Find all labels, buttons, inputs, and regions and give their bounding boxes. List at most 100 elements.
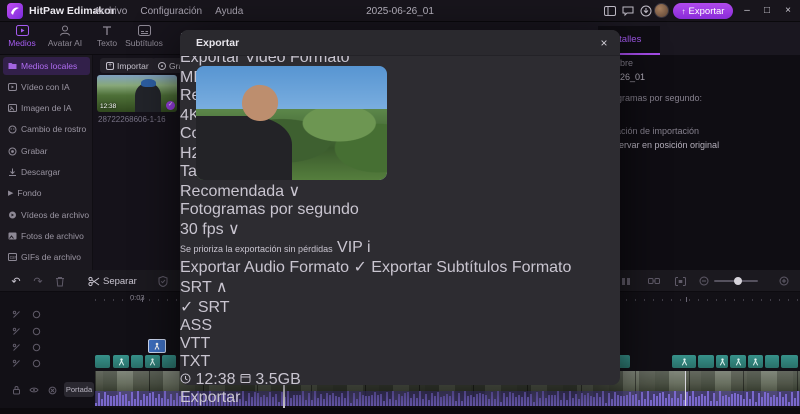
avatar-icon [60, 25, 70, 36]
bitrate-select[interactable]: Recomendada ∨ [180, 181, 620, 201]
sticker-clip[interactable] [113, 355, 129, 368]
user-avatar[interactable] [654, 3, 669, 18]
sticker-clip[interactable] [748, 355, 763, 368]
sidebar-item-fondo[interactable]: ▶ Fondo [3, 184, 90, 202]
zoom-slider-knob[interactable] [734, 277, 742, 285]
import-button[interactable]: + Importar [100, 58, 155, 73]
media-clip-thumbnail[interactable]: 12:38 ✓ [97, 75, 177, 112]
sidebar-item-grabar[interactable]: Grabar [3, 142, 90, 160]
info-icon[interactable]: i [367, 239, 371, 256]
sidebar-item-video-ia[interactable]: Vídeo con IA [3, 78, 90, 96]
sidebar-item-gifs-archivo[interactable]: GIF GIFs de archivo [3, 248, 90, 266]
effect-icon [154, 342, 160, 350]
blue-cap [141, 79, 156, 87]
zoom-out-icon[interactable] [696, 273, 712, 289]
sticker-clip[interactable] [162, 355, 176, 368]
dropdown-option-ass[interactable]: ASS [180, 317, 620, 335]
tab-subtitulos[interactable]: Subtítulos [122, 25, 166, 53]
track-mute-icon[interactable] [10, 308, 22, 320]
sticker-clip[interactable] [95, 355, 110, 368]
export-subtitles-checkbox[interactable]: ✓ [353, 259, 366, 276]
zoom-in-icon[interactable] [776, 273, 792, 289]
fps-label: Fotogramas por segundo [180, 201, 359, 218]
delete-icon[interactable] [52, 273, 68, 289]
sidebar-item-fotos-archivo[interactable]: Fotos de archivo [3, 227, 90, 245]
sidebar-item-medios-locales[interactable]: Medios locales [3, 57, 90, 75]
vip-badge: VIP [337, 239, 363, 256]
plus-icon: + [106, 61, 114, 70]
track-visibility-icon[interactable] [30, 341, 42, 353]
sidebar-item-cambio-rostro[interactable]: Cambio de rostro [3, 120, 90, 138]
export-confirm-button[interactable]: Exportar [180, 389, 620, 407]
sticker-clip[interactable] [781, 355, 798, 368]
cover-button[interactable]: Portada [64, 382, 94, 397]
download-icon[interactable] [638, 3, 654, 19]
effect-clip[interactable] [148, 339, 166, 353]
tab-avatar-ai[interactable]: Avatar AI [43, 25, 87, 53]
tab-medios[interactable]: Medios [0, 25, 44, 53]
maximize-button[interactable]: □ [759, 3, 775, 19]
duration-clock-icon [180, 371, 195, 388]
fit-timeline-icon[interactable] [672, 273, 688, 289]
track-visibility-icon[interactable] [30, 357, 42, 369]
export-video-preview [196, 66, 387, 180]
sticker-clip[interactable] [131, 355, 143, 368]
ai-video-icon [8, 83, 17, 91]
split-scissors-icon[interactable] [86, 273, 102, 289]
sticker-clip[interactable] [145, 355, 160, 368]
chevron-down-icon: ∨ [288, 183, 301, 200]
sidebar-item-videos-archivo[interactable]: Vídeos de archivo [3, 206, 90, 224]
file-size-icon [240, 371, 255, 388]
check-icon: ✓ [180, 299, 194, 316]
track-close-icon[interactable] [46, 384, 58, 396]
redo-icon[interactable]: ↷ [30, 273, 46, 289]
zoom-slider[interactable] [714, 277, 758, 285]
export-audio-title: Exportar Audio [180, 259, 285, 276]
sticker-clip[interactable] [765, 355, 779, 368]
app-window: HitPaw Edimakor Archivo Configuración Ay… [0, 0, 800, 414]
shield-check-icon[interactable] [155, 273, 171, 289]
preview-person-cap [221, 73, 284, 99]
track-mute-icon[interactable] [10, 341, 22, 353]
track-hide-icon[interactable] [28, 384, 40, 396]
fps-select[interactable]: 30 fps ∨ [180, 219, 620, 239]
title-bar: HitPaw Edimakor Archivo Configuración Ay… [0, 0, 800, 22]
sidebar-item-imagen-ia[interactable]: Imagen de IA [3, 99, 90, 117]
record-icon [158, 61, 166, 70]
export-subtitles-title: Exportar Subtítulos [371, 259, 508, 276]
bottom-strip [0, 408, 800, 414]
clip-filename: 28722268606-1-16 [98, 115, 166, 124]
track-manager-icon[interactable] [618, 273, 634, 289]
dialog-close-icon[interactable]: × [596, 35, 612, 51]
person-figure [135, 83, 161, 112]
clip-boundary [685, 371, 686, 406]
close-window-button[interactable]: × [780, 3, 796, 19]
dropdown-option-srt[interactable]: ✓ SRT [180, 297, 620, 317]
track-mute-icon[interactable] [10, 325, 22, 337]
track-visibility-icon[interactable] [30, 308, 42, 320]
export-duration: 12:38 [195, 371, 236, 388]
marker-icon[interactable] [646, 273, 662, 289]
track-visibility-icon[interactable] [30, 325, 42, 337]
track-lock-icon[interactable] [10, 384, 22, 396]
svg-text:GIF: GIF [10, 255, 17, 260]
dropdown-option-vtt[interactable]: VTT [180, 335, 620, 353]
undo-icon[interactable]: ↶ [8, 273, 24, 289]
upload-icon: ↑ [681, 6, 686, 16]
sticker-clip[interactable] [672, 355, 696, 368]
track-mute-icon[interactable] [10, 357, 22, 369]
record-icon [8, 147, 17, 155]
sticker-clip[interactable] [730, 355, 746, 368]
sticker-clip[interactable] [716, 355, 728, 368]
feedback-icon[interactable] [620, 3, 636, 19]
selected-check-badge: ✓ [166, 101, 175, 110]
face-swap-icon [8, 125, 17, 133]
minimize-button[interactable]: – [739, 3, 755, 19]
dropdown-option-txt[interactable]: TXT [180, 353, 620, 371]
sidebar-item-descargar[interactable]: Descargar [3, 163, 90, 181]
layout-panels-icon[interactable] [602, 3, 618, 19]
subtitle-format-select[interactable]: SRT ∧ [180, 277, 301, 297]
split-button[interactable]: Separar [103, 276, 137, 287]
sticker-clip[interactable] [698, 355, 714, 368]
export-button-titlebar[interactable]: ↑ Exportar [673, 3, 733, 19]
